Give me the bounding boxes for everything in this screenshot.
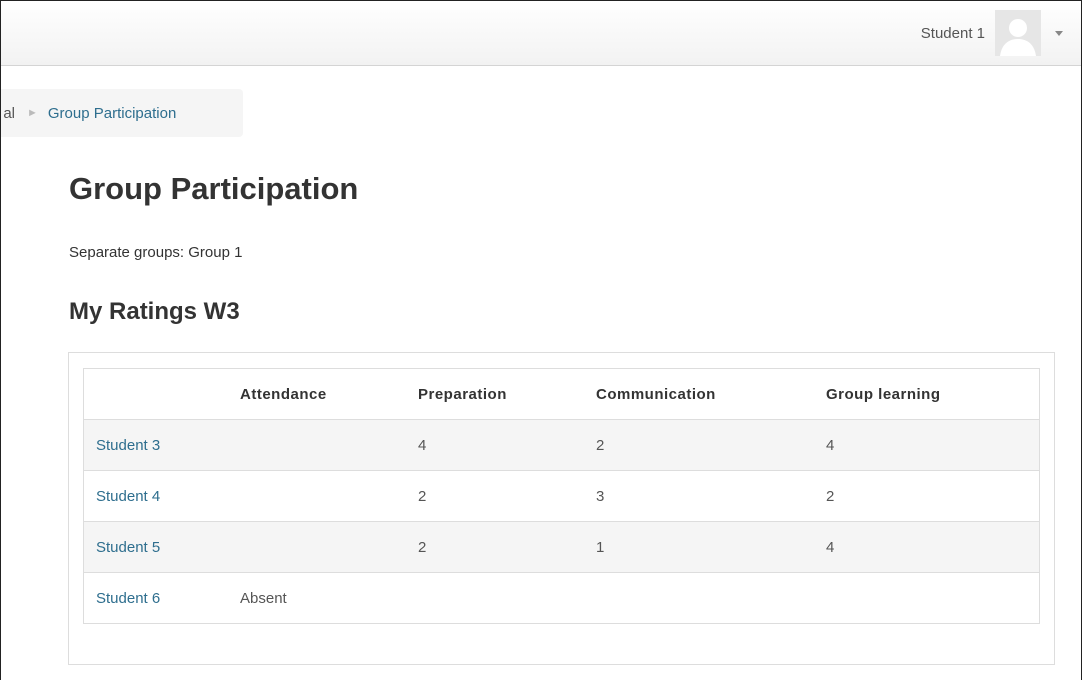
ratings-table: Attendance Preparation Communication Gro… <box>83 368 1040 624</box>
student-cell: Student 4 <box>83 470 228 522</box>
student-link[interactable]: Student 3 <box>96 437 160 454</box>
group-learning-cell: 4 <box>814 419 1040 471</box>
avatar[interactable] <box>995 10 1041 56</box>
triangle-right-icon: ► <box>27 107 38 119</box>
table-header-row: Attendance Preparation Communication Gro… <box>84 369 1040 420</box>
breadcrumb-item-current[interactable]: Group Participation <box>48 105 176 122</box>
user-menu[interactable]: Student 1 <box>921 9 1067 57</box>
section-title: My Ratings W3 <box>69 298 240 325</box>
communication-cell: 1 <box>584 521 814 573</box>
groups-label: Separate groups: Group 1 <box>69 244 243 261</box>
page-title: Group Participation <box>69 171 359 206</box>
browser-page: Student 1 al ► Group Participation Group… <box>0 0 1082 680</box>
user-name[interactable]: Student 1 <box>921 25 985 42</box>
caret-down-icon[interactable] <box>1055 30 1063 36</box>
table-row: Student 6 Absent <box>83 572 1040 624</box>
attendance-cell <box>228 419 406 471</box>
column-header-attendance: Attendance <box>240 385 327 403</box>
student-link[interactable]: Student 6 <box>96 590 160 607</box>
student-link[interactable]: Student 4 <box>96 488 160 505</box>
preparation-cell: 2 <box>406 521 584 573</box>
table-row: Student 3 4 2 4 <box>83 419 1040 471</box>
communication-cell <box>584 572 814 624</box>
preparation-cell <box>406 572 584 624</box>
student-link[interactable]: Student 5 <box>96 539 160 556</box>
group-learning-cell: 2 <box>814 470 1040 522</box>
student-cell: Student 6 <box>83 572 228 624</box>
group-learning-cell: 4 <box>814 521 1040 573</box>
ratings-panel: Attendance Preparation Communication Gro… <box>68 352 1055 665</box>
communication-cell: 2 <box>584 419 814 471</box>
column-header-preparation: Preparation <box>418 385 507 403</box>
attendance-cell <box>228 521 406 573</box>
communication-cell: 3 <box>584 470 814 522</box>
table-row: Student 5 2 1 4 <box>83 521 1040 573</box>
column-header-group-learning: Group learning <box>826 385 941 403</box>
preparation-cell: 2 <box>406 470 584 522</box>
attendance-cell: Absent <box>228 572 406 624</box>
student-cell: Student 5 <box>83 521 228 573</box>
top-navbar: Student 1 <box>1 1 1081 66</box>
default-user-avatar-icon <box>995 10 1041 56</box>
breadcrumb-item-previous[interactable]: al <box>1 105 15 122</box>
group-learning-cell <box>814 572 1040 624</box>
preparation-cell: 4 <box>406 419 584 471</box>
breadcrumb: al ► Group Participation <box>1 89 243 137</box>
attendance-cell <box>228 470 406 522</box>
column-header-communication: Communication <box>596 385 716 403</box>
student-cell: Student 3 <box>83 419 228 471</box>
table-row: Student 4 2 3 2 <box>83 470 1040 522</box>
column-header-student <box>84 369 229 420</box>
